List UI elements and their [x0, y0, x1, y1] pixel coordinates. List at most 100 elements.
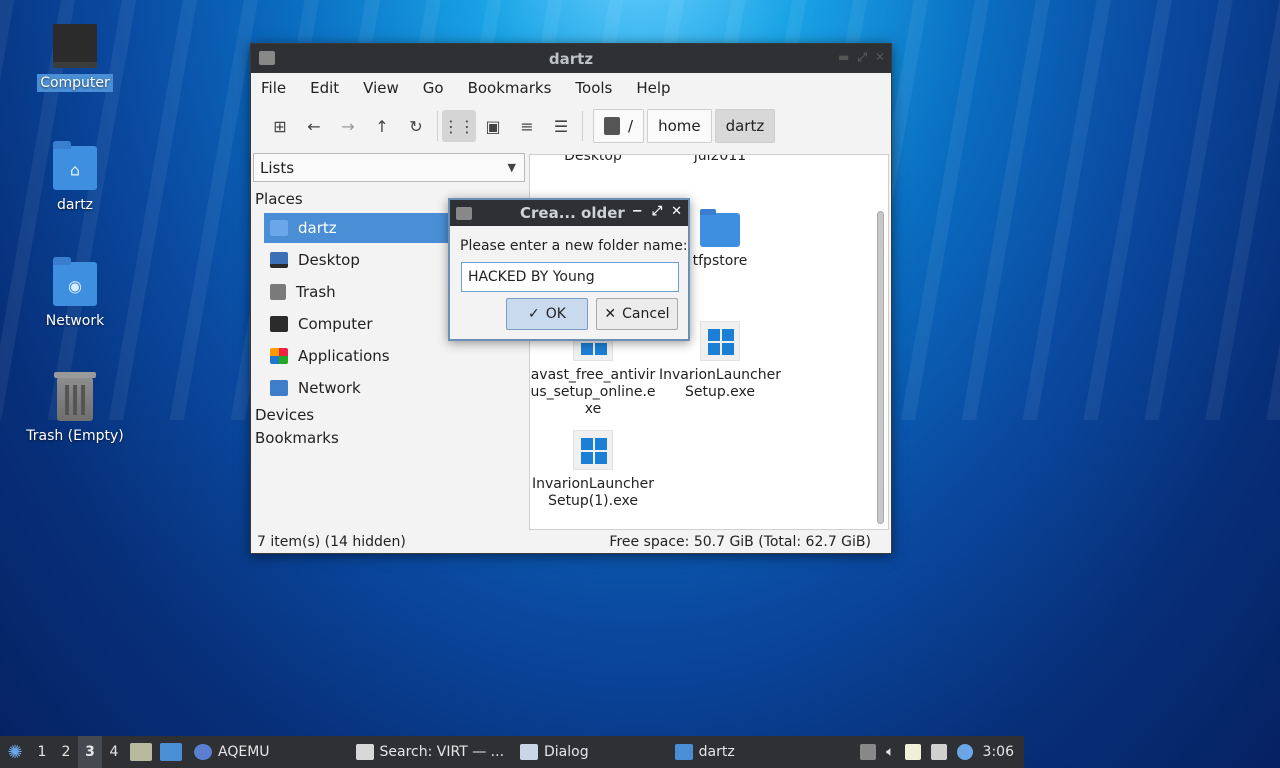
desktop-icon-label: dartz [56, 197, 94, 213]
menu-go[interactable]: Go [423, 79, 456, 97]
desktop-icon-network[interactable]: ◉ Network [20, 257, 130, 330]
workspace-4[interactable]: 4 [102, 744, 126, 760]
close-button[interactable]: ✕ [671, 204, 682, 219]
folder-name-input[interactable] [461, 262, 679, 292]
up-icon[interactable]: ↑ [365, 110, 399, 142]
status-free-space: Free space: 50.7 GiB (Total: 62.7 GiB) [609, 534, 871, 550]
minimize-button[interactable]: − [632, 204, 643, 219]
folder-icon [456, 206, 472, 220]
maximize-button[interactable]: ⤢ [652, 204, 662, 219]
file-item-invarion-1[interactable]: InvarionLauncherSetup(1).exe [530, 430, 656, 510]
ok-button[interactable]: ✓ OK [506, 298, 588, 330]
task-dartz[interactable]: dartz [667, 736, 743, 768]
file-item-desktop[interactable]: Desktop [530, 155, 656, 165]
task-label: Search: VIRT — ... [379, 744, 505, 760]
ok-label: OK [545, 306, 566, 322]
network-icon [270, 380, 288, 396]
workspace-1[interactable]: 1 [30, 744, 54, 760]
eject-icon[interactable] [860, 744, 877, 760]
scrollbar[interactable] [875, 155, 887, 529]
file-item-label: InvarionLauncherSetup(1).exe [531, 476, 654, 509]
cancel-button[interactable]: ✕ Cancel [596, 298, 678, 330]
sidebar-item-applications[interactable]: Applications [264, 341, 454, 371]
volume-icon[interactable]: 🔈︎ [886, 744, 894, 760]
workspace-2[interactable]: 2 [54, 744, 78, 760]
search-icon [355, 744, 374, 760]
sidebar-item-label: Network [298, 379, 361, 397]
back-icon[interactable]: ← [297, 110, 331, 142]
task-search[interactable]: Search: VIRT — ... [348, 736, 512, 768]
places-header[interactable]: Places [255, 190, 303, 208]
network-status-icon[interactable] [930, 744, 947, 760]
status-item-count: 7 item(s) (14 hidden) [257, 534, 406, 550]
create-folder-dialog: Crea... older − ⤢ ✕ Please enter a new f… [448, 198, 690, 341]
task-aqemu[interactable]: AQEMU [186, 736, 278, 768]
reload-icon[interactable]: ↻ [399, 110, 433, 142]
file-item-label: InvarionLauncherSetup.exe [658, 367, 781, 400]
path-dartz-button[interactable]: dartz [714, 109, 776, 143]
menu-edit[interactable]: Edit [310, 79, 351, 97]
toolbar-separator [582, 111, 583, 141]
trash-icon [54, 372, 96, 421]
cancel-label: Cancel [622, 306, 670, 322]
maximize-button[interactable]: ⤢ [857, 50, 867, 65]
file-item-jul2011[interactable]: jul2011 [657, 155, 783, 165]
desktop-icon-computer[interactable]: Computer [20, 24, 130, 92]
folder-icon [674, 744, 693, 760]
folder-icon [700, 209, 740, 247]
clipboard-icon[interactable] [904, 744, 921, 760]
aqemu-icon [194, 744, 212, 760]
close-button[interactable]: ✕ [875, 50, 885, 65]
menu-view[interactable]: View [363, 79, 411, 97]
forward-icon[interactable]: → [331, 110, 365, 142]
sidebar-item-trash[interactable]: Trash [264, 277, 454, 307]
detail-view-icon[interactable]: ☰ [544, 110, 578, 142]
network-icon: ◉ [53, 257, 97, 306]
scrollbar-thumb[interactable] [877, 211, 884, 524]
sidebar-item-computer[interactable]: Computer [264, 309, 454, 339]
icon-view-icon[interactable]: ⋮⋮ [442, 110, 476, 142]
path-root-button[interactable]: / [593, 109, 645, 143]
sidebar-mode-select[interactable]: Lists ▼ [253, 153, 525, 182]
update-notifier-icon[interactable] [956, 744, 973, 760]
clock[interactable]: 3:06 [983, 744, 1014, 760]
sidebar-item-desktop[interactable]: Desktop [264, 245, 454, 275]
file-manager-launcher-icon[interactable] [130, 743, 152, 761]
thumbnail-view-icon[interactable]: ▣ [476, 110, 510, 142]
bookmarks-header[interactable]: Bookmarks [255, 429, 339, 447]
task-dialog[interactable]: Dialog [512, 736, 597, 768]
menu-bookmarks[interactable]: Bookmarks [468, 79, 564, 97]
menu-tools[interactable]: Tools [575, 79, 624, 97]
sidebar-item-label: dartz [298, 219, 337, 237]
desktop-icon-label: Computer [37, 74, 113, 92]
sidebar-item-label: Computer [298, 315, 373, 333]
compact-view-icon[interactable]: ≡ [510, 110, 544, 142]
menu-file[interactable]: File [261, 79, 298, 97]
minimize-button[interactable]: ▬ [838, 50, 849, 65]
show-desktop-icon[interactable] [160, 743, 182, 761]
workspace-3[interactable]: 3 [78, 736, 102, 768]
task-label: dartz [698, 744, 735, 760]
new-tab-icon[interactable]: ⊞ [263, 110, 297, 142]
window-titlebar[interactable]: dartz ▬ ⤢ ✕ [251, 44, 891, 73]
file-item-label: tfpstore [692, 253, 748, 269]
drive-icon [604, 117, 620, 135]
system-tray: 🔈︎ 3:06 [860, 744, 1024, 760]
file-item-label: avast_free_antivirus_setup_online.exe [530, 367, 656, 417]
home-icon [270, 220, 288, 236]
task-label: Dialog [544, 744, 589, 760]
close-icon: ✕ [604, 306, 617, 322]
desktop-icon-label: Trash (Empty) [26, 428, 124, 444]
sidebar-item-dartz[interactable]: dartz [264, 213, 464, 243]
path-home-button[interactable]: home [647, 109, 712, 143]
menu-help[interactable]: Help [636, 79, 682, 97]
start-menu-icon[interactable]: ✺ [0, 736, 30, 768]
sidebar-item-network[interactable]: Network [264, 373, 454, 403]
sidebar-item-label: Applications [298, 347, 390, 365]
desktop-icon-trash[interactable]: Trash (Empty) [20, 372, 130, 445]
desktop-icon-dartz[interactable]: ⌂ dartz [20, 141, 130, 214]
dialog-titlebar[interactable]: Crea... older − ⤢ ✕ [450, 200, 688, 226]
devices-header[interactable]: Devices [255, 406, 314, 424]
window-icon [520, 744, 539, 760]
sidebar-item-label: Desktop [298, 251, 360, 269]
